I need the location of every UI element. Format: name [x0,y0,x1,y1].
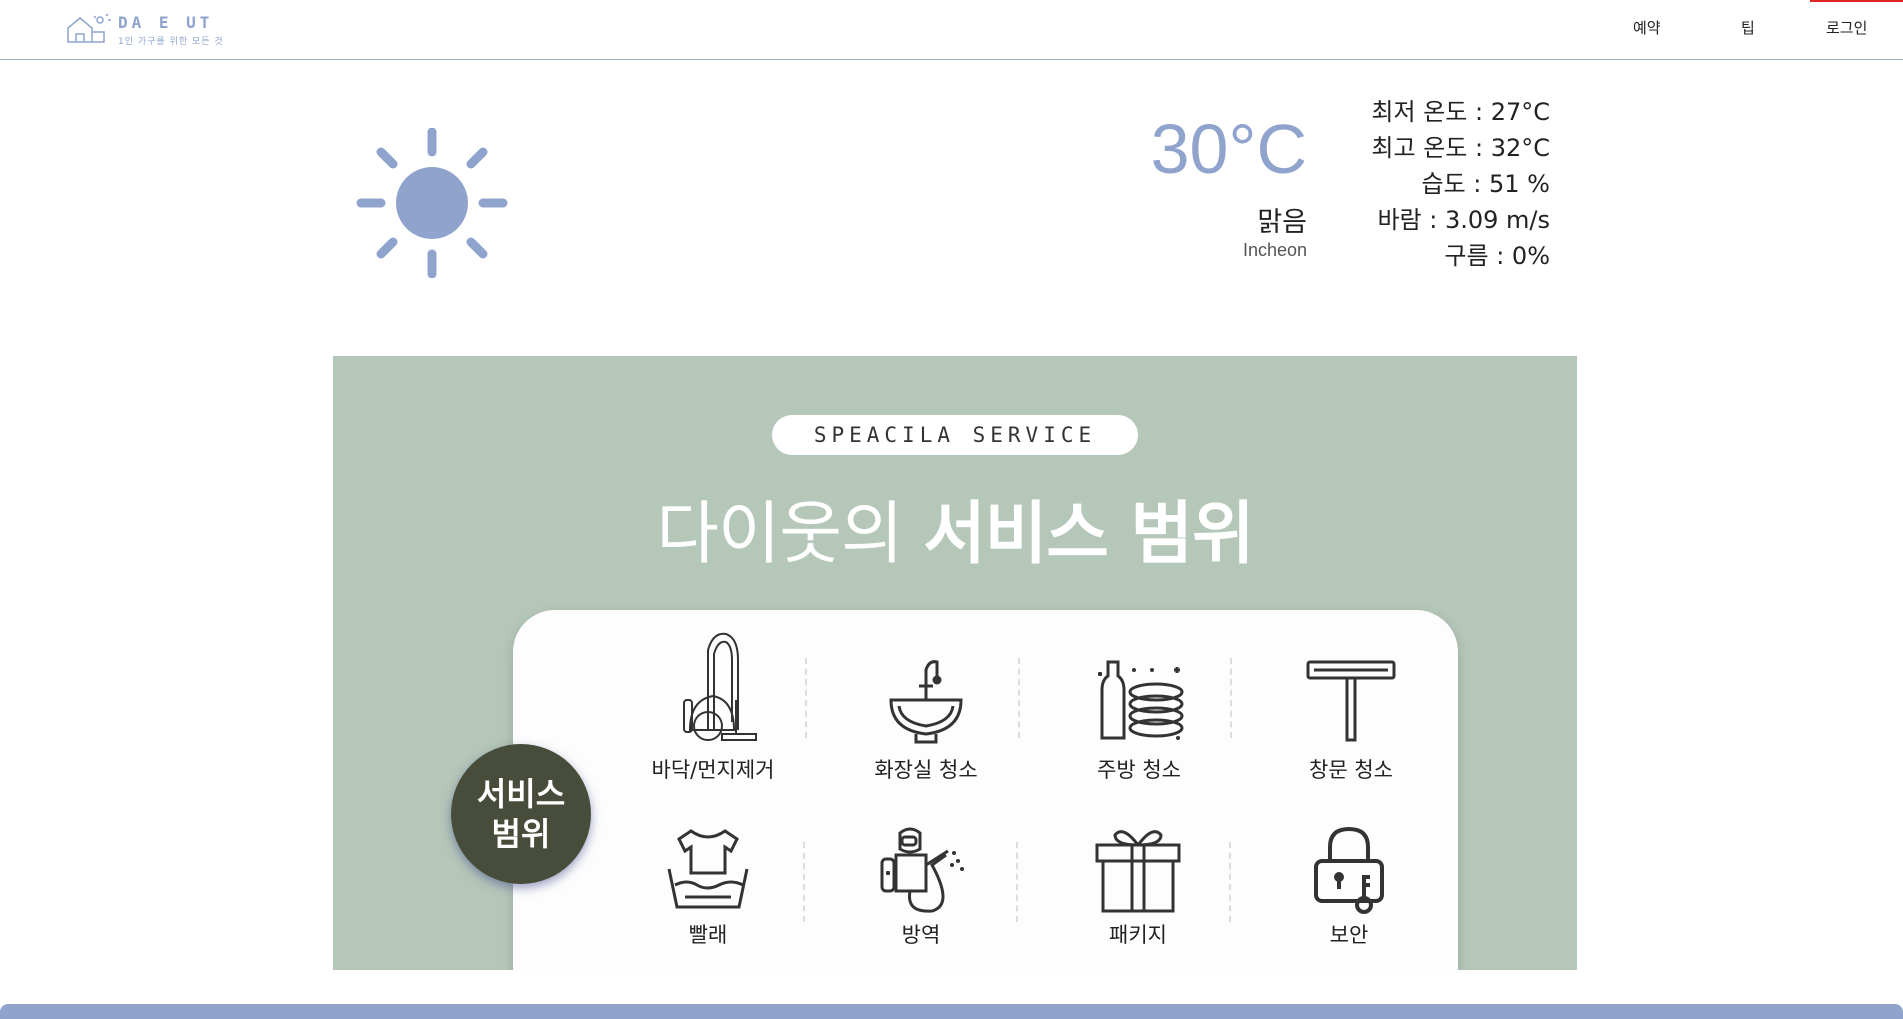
laundry-icon [667,829,749,909]
service-headline: 다이웃의 서비스 범위 [333,478,1577,577]
service-section: SPEACILA SERVICE 다이웃의 서비스 범위 바닥/먼지제거 화장실… [333,356,1577,970]
nav-login-link[interactable]: 로그인 [1826,17,1867,38]
current-temperature: 30°C [1150,110,1307,188]
service-item-package[interactable]: 패키지 [1053,825,1223,949]
divider [805,658,807,738]
service-scope-badge: 서비스 범위 [451,744,591,884]
vacuum-icon [683,632,757,741]
service-item-kitchen[interactable]: 주방 청소 [1054,630,1224,784]
divider [803,842,805,922]
divider [1229,842,1231,922]
house-logo-icon [67,13,111,43]
service-label-disinfection: 방역 [901,923,941,947]
service-label-laundry: 빨래 [688,923,728,947]
site-header: DA E UT 1인 가구를 위한 모든 것 예약 팁 로그인 [0,0,1903,60]
divider [1016,842,1018,922]
sun-icon [356,128,508,278]
weather-condition: 맑음 [1257,207,1307,238]
bottom-bar [0,1004,1903,1019]
service-item-floor[interactable]: 바닥/먼지제거 [628,630,798,784]
service-item-security[interactable]: 보안 [1264,825,1434,949]
service-label-window: 창문 청소 [1309,758,1393,782]
divider [1018,658,1020,738]
service-item-disinfection[interactable]: 방역 [836,825,1006,949]
lock-icon [1314,826,1384,914]
cloudiness: 구름 : 0% [1444,242,1550,270]
service-label-bathroom: 화장실 청소 [874,758,978,782]
nav-tip-link[interactable]: 팁 [1741,17,1755,38]
special-service-pill: SPEACILA SERVICE [772,415,1138,455]
service-label-package: 패키지 [1109,923,1167,947]
service-label-floor: 바닥/먼지제거 [651,758,775,782]
service-item-bathroom[interactable]: 화장실 청소 [841,630,1011,784]
weather-details: 최저 온도 : 27°C 최고 온도 : 32°C 습도 : 51 % 바람 :… [1330,94,1550,274]
weather-city: Incheon [1242,240,1307,260]
humidity: 습도 : 51 % [1421,170,1550,198]
wind-speed: 바람 : 3.09 m/s [1377,206,1550,234]
disinfection-icon [880,827,964,913]
service-label-kitchen: 주방 청소 [1097,758,1181,782]
sink-icon [889,660,963,744]
logo-subtitle: 1인 가구를 위한 모든 것 [118,37,224,47]
max-temperature: 최고 온도 : 32°C [1371,134,1550,162]
service-label-security: 보안 [1329,923,1369,947]
service-item-window[interactable]: 창문 청소 [1266,630,1436,784]
dishes-icon [1098,660,1184,740]
badge-line1: 서비스 [476,775,566,813]
service-card: 바닥/먼지제거 화장실 청소 주방 청소 창문 청소 빨래 방역 패키지 보안 [513,610,1458,970]
service-item-laundry[interactable]: 빨래 [623,825,793,949]
site-logo[interactable]: DA E UT 1인 가구를 위한 모든 것 [64,10,234,50]
squeegee-icon [1306,660,1396,742]
divider [1230,658,1232,738]
headline-light: 다이웃의 [656,495,903,574]
min-temperature: 최저 온도 : 27°C [1371,98,1550,126]
logo-title: DA E UT [118,13,214,32]
header-accent-line [1810,0,1903,2]
gift-icon [1095,830,1181,913]
badge-line2: 범위 [491,815,551,853]
nav-reserve-link[interactable]: 예약 [1633,17,1661,38]
headline-bold: 서비스 범위 [923,495,1254,574]
